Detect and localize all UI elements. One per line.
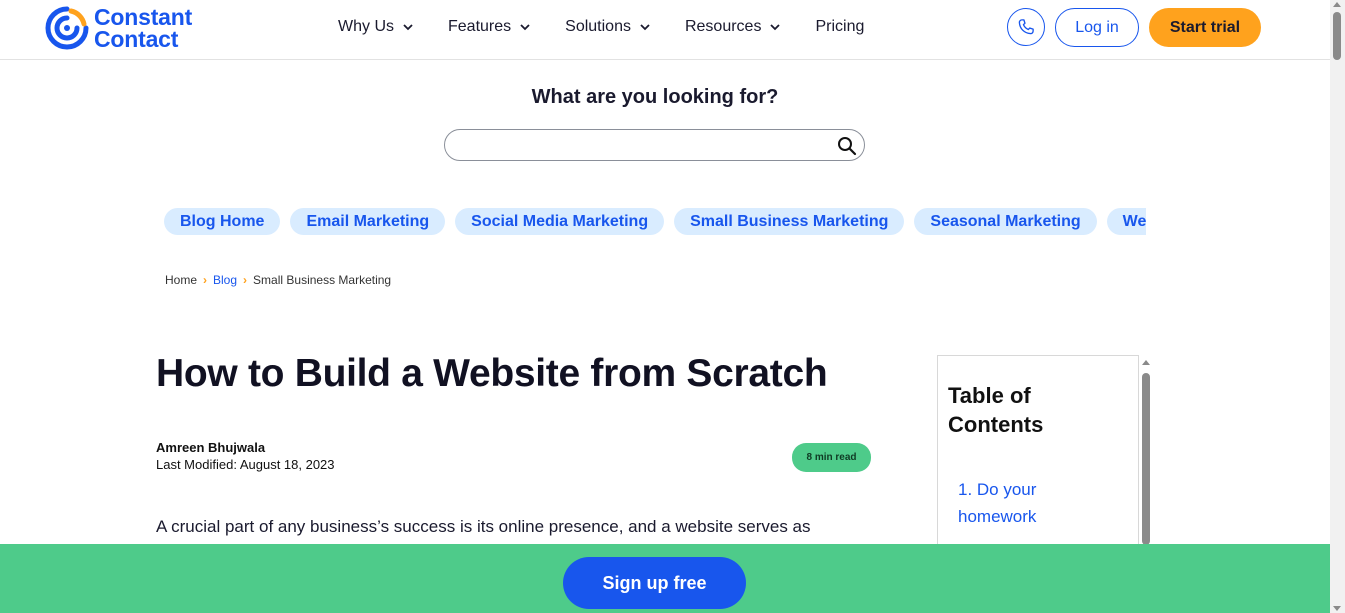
nav-pricing-label: Pricing: [815, 18, 865, 35]
sign-up-free-button[interactable]: Sign up free: [563, 557, 746, 609]
category-pill-small-business-marketing[interactable]: Small Business Marketing: [674, 208, 905, 235]
breadcrumb: Home › Blog › Small Business Marketing: [165, 273, 391, 287]
article-title: How to Build a Website from Scratch: [156, 352, 828, 395]
category-pill-social-media-marketing[interactable]: Social Media Marketing: [455, 208, 665, 235]
page-scrollbar-thumb[interactable]: [1333, 12, 1341, 60]
chevron-down-icon: [640, 24, 650, 31]
breadcrumb-current: Small Business Marketing: [253, 273, 392, 287]
logo-text-line1: Constant: [94, 4, 193, 30]
search-heading: What are you looking for?: [531, 86, 779, 108]
page-scrollbar[interactable]: [1330, 0, 1345, 613]
article-intro: A crucial part of any business’s success…: [156, 517, 811, 536]
article-author[interactable]: Amreen Bhujwala: [156, 440, 265, 455]
scroll-up-arrow-icon[interactable]: [1142, 360, 1150, 365]
nav-features-label: Features: [448, 18, 512, 35]
category-pill-blog-home[interactable]: Blog Home: [164, 208, 281, 235]
nav-why-us[interactable]: Why Us: [338, 16, 414, 38]
category-pill-web[interactable]: Web: [1106, 208, 1146, 235]
nav-resources-label: Resources: [684, 18, 762, 35]
logo-text: Constant Contact: [94, 4, 193, 52]
chevron-right-icon: ›: [243, 273, 248, 287]
table-of-contents: Table of Contents 1. Do your homework: [937, 355, 1139, 555]
nav-features[interactable]: Features: [448, 16, 531, 38]
scroll-down-arrow-icon[interactable]: [1333, 606, 1341, 611]
site-header: Constant Contact Why Us Features Solutio…: [0, 0, 1330, 60]
toc-scrollbar[interactable]: [1141, 358, 1151, 546]
breadcrumb-home[interactable]: Home: [165, 273, 197, 287]
search-icon[interactable]: [837, 136, 857, 156]
category-pill-email-marketing[interactable]: Email Marketing: [290, 208, 446, 235]
toc-title: Table of Contents: [948, 383, 1044, 437]
chevron-down-icon: [770, 24, 781, 31]
nav-resources[interactable]: Resources: [685, 16, 781, 38]
start-trial-button[interactable]: Start trial: [1149, 8, 1261, 47]
category-pill-seasonal-marketing[interactable]: Seasonal Marketing: [914, 208, 1097, 235]
category-pills: Blog Home Email Marketing Social Media M…: [164, 208, 1146, 236]
chevron-right-icon: ›: [203, 273, 208, 287]
chevron-down-icon: [520, 24, 530, 31]
login-button[interactable]: Log in: [1055, 8, 1139, 47]
logo-mark-icon: [44, 5, 90, 51]
read-time-badge: 8 min read: [792, 443, 871, 472]
phone-button[interactable]: [1007, 8, 1045, 46]
search-input[interactable]: [459, 134, 829, 158]
nav-solutions[interactable]: Solutions: [565, 16, 651, 38]
phone-icon: [1018, 19, 1034, 35]
constant-contact-logo[interactable]: Constant Contact: [44, 5, 192, 51]
toc-item[interactable]: 1. Do your homework: [958, 476, 1108, 530]
breadcrumb-blog[interactable]: Blog: [213, 273, 237, 287]
logo-text-line2: Contact: [94, 26, 179, 52]
article-last-modified: Last Modified: August 18, 2023: [156, 457, 335, 472]
main-nav: Why Us Features Solutions Resources Pric…: [338, 16, 898, 38]
signup-bar: Sign up free: [0, 544, 1330, 613]
search-box[interactable]: [444, 129, 865, 161]
toc-scrollbar-thumb[interactable]: [1142, 373, 1150, 545]
nav-pricing[interactable]: Pricing: [815, 16, 864, 38]
chevron-down-icon: [403, 24, 413, 31]
scroll-up-arrow-icon[interactable]: [1333, 2, 1341, 7]
nav-why-us-label: Why Us: [338, 18, 394, 35]
nav-solutions-label: Solutions: [565, 18, 631, 35]
